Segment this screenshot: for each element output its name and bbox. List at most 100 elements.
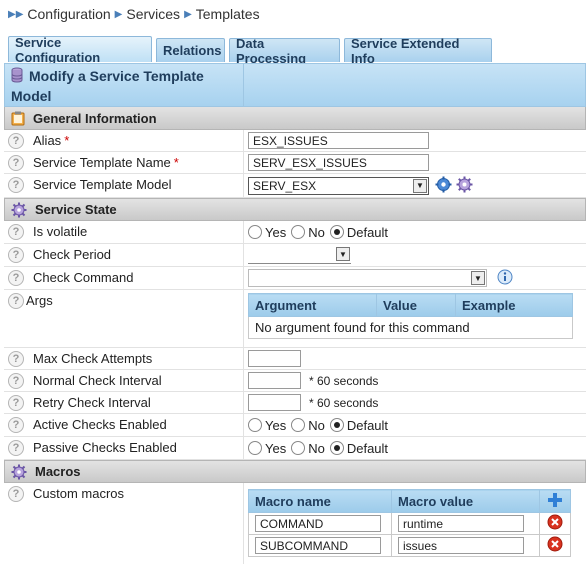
tab-bar: Service Configuration Relations Data Pro… (8, 35, 492, 66)
help-icon[interactable]: ? (8, 373, 24, 389)
help-icon[interactable]: ? (8, 133, 24, 149)
delete-icon[interactable] (547, 536, 563, 555)
active-checks-label: Active Checks Enabled (33, 417, 167, 432)
table-row (248, 534, 571, 557)
row-args: ? Args Argument Value Example No argument… (4, 290, 586, 348)
alias-input[interactable] (248, 132, 429, 149)
check-command-label: Check Command (33, 270, 134, 285)
row-custom-macros: ? Custom macros Macro name Macro value (4, 483, 586, 564)
required-marker: * (173, 155, 179, 170)
radio-label: No (308, 224, 325, 240)
gear-icon (11, 464, 27, 480)
help-icon[interactable]: ? (8, 177, 24, 193)
chevron-down-icon: ▼ (471, 271, 485, 285)
help-icon[interactable]: ? (8, 440, 24, 456)
info-icon[interactable] (497, 269, 513, 288)
breadcrumb-item-templates[interactable]: Templates (196, 6, 260, 22)
passive-default-radio[interactable] (329, 441, 344, 455)
row-retry-check-interval: ? Retry Check Interval * 60 seconds (4, 392, 586, 414)
radio-label: Yes (265, 224, 287, 240)
template-model-select[interactable]: SERV_ESX ▼ (248, 176, 429, 195)
args-header-value: Value (376, 293, 456, 317)
row-check-period: ? Check Period ▼ (4, 244, 586, 267)
tab-service-configuration[interactable]: Service Configuration (8, 35, 152, 65)
help-icon[interactable]: ? (8, 417, 24, 433)
database-icon (11, 67, 23, 87)
help-icon[interactable]: ? (8, 155, 24, 171)
passive-yes-radio[interactable] (248, 441, 262, 455)
help-icon[interactable]: ? (8, 247, 24, 263)
breadcrumb-arrow-icon: ▶ (114, 8, 123, 20)
table-row (248, 512, 571, 535)
template-name-label: Service Template Name (33, 155, 171, 170)
check-command-select[interactable]: ▼ (248, 269, 487, 287)
passive-no-radio[interactable] (291, 441, 306, 455)
delete-icon[interactable] (547, 514, 563, 533)
section-title: General Information (33, 110, 157, 126)
breadcrumb-item-configuration[interactable]: Configuration (27, 6, 110, 22)
check-period-select[interactable]: ▼ (248, 246, 351, 264)
macros-table: Macro name Macro value (248, 489, 571, 557)
info-gear-icon[interactable] (435, 176, 452, 196)
template-model-label: Service Template Model (33, 177, 172, 192)
add-icon[interactable] (547, 492, 563, 511)
chevron-down-icon: ▼ (413, 178, 427, 193)
row-is-volatile: ? Is volatile Yes No Default (4, 221, 586, 244)
gear-icon[interactable] (456, 176, 473, 196)
radio-label: No (308, 417, 325, 433)
radio-label: Default (346, 440, 389, 456)
args-table: Argument Value Example No argument found… (248, 293, 573, 339)
section-general-information: General Information (4, 107, 586, 130)
help-icon[interactable]: ? (8, 293, 24, 309)
interval-suffix: * 60 seconds (309, 395, 379, 410)
help-icon[interactable]: ? (8, 486, 24, 502)
check-period-label: Check Period (33, 247, 112, 262)
help-icon[interactable]: ? (8, 395, 24, 411)
macro-value-input[interactable] (398, 537, 524, 554)
row-template-name: ? Service Template Name * (4, 152, 586, 174)
chevron-down-icon: ▼ (336, 247, 350, 261)
section-macros: Macros (4, 460, 586, 483)
tab-relations[interactable]: Relations (156, 38, 225, 62)
row-template-model: ? Service Template Model SERV_ESX ▼ (4, 174, 586, 198)
macro-value-input[interactable] (398, 515, 524, 532)
radio-label: Yes (265, 440, 287, 456)
normal-check-interval-label: Normal Check Interval (33, 373, 162, 388)
breadcrumb: ▶▶ Configuration ▶ Services ▶ Templates (0, 0, 586, 28)
args-label: Args (26, 293, 53, 308)
is-volatile-label: Is volatile (33, 224, 88, 239)
active-default-radio[interactable] (329, 418, 344, 432)
macro-name-input[interactable] (255, 537, 381, 554)
macro-header-value: Macro value (391, 489, 540, 513)
section-title: Macros (35, 464, 81, 479)
radio-label: No (308, 440, 325, 456)
form-panel: Modify a Service Template Model General … (4, 63, 586, 564)
template-name-input[interactable] (248, 154, 429, 171)
row-check-command: ? Check Command ▼ (4, 267, 586, 290)
volatile-default-radio[interactable] (329, 225, 344, 239)
volatile-yes-radio[interactable] (248, 225, 262, 239)
help-icon[interactable]: ? (8, 224, 24, 240)
tab-service-extended-info[interactable]: Service Extended Info (344, 36, 492, 66)
active-no-radio[interactable] (291, 418, 306, 432)
args-header-example: Example (455, 293, 573, 317)
page-title: Modify a Service Template Model (11, 68, 204, 104)
help-icon[interactable]: ? (8, 270, 24, 286)
volatile-no-radio[interactable] (291, 225, 306, 239)
section-title: Service State (35, 202, 117, 217)
retry-check-interval-input[interactable] (248, 394, 301, 411)
macro-header-name: Macro name (248, 489, 392, 513)
template-model-value: SERV_ESX (253, 178, 317, 193)
active-yes-radio[interactable] (248, 418, 262, 432)
tab-data-processing[interactable]: Data Processing (229, 36, 340, 66)
help-icon[interactable]: ? (8, 351, 24, 367)
breadcrumb-arrow-icon: ▶▶ (8, 8, 24, 20)
breadcrumb-arrow-icon: ▶ (184, 8, 192, 20)
breadcrumb-item-services[interactable]: Services (126, 6, 180, 22)
max-check-attempts-input[interactable] (248, 350, 301, 367)
normal-check-interval-input[interactable] (248, 372, 301, 389)
args-header-argument: Argument (248, 293, 377, 317)
args-empty-message: No argument found for this command (248, 316, 573, 339)
required-marker: * (64, 133, 70, 148)
macro-name-input[interactable] (255, 515, 381, 532)
